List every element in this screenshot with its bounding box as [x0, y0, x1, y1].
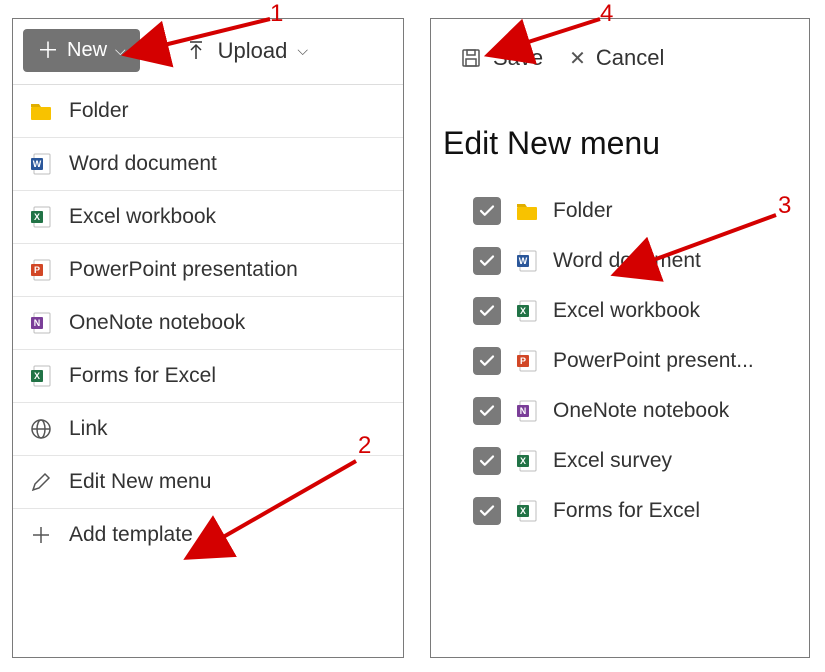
panel-title: Edit New menu	[431, 85, 809, 182]
edit-menu-panel: Save ✕ Cancel Edit New menu Folder Word …	[430, 18, 810, 658]
ppt-icon	[29, 258, 53, 282]
menu-item-label: Word document	[69, 152, 217, 176]
checkbox[interactable]	[473, 397, 501, 425]
check-item-excel-survey: Excel survey	[469, 436, 799, 486]
excel-icon	[29, 364, 53, 388]
check-item-label: PowerPoint present...	[553, 349, 754, 373]
menu-item-add-template[interactable]: Add template	[13, 509, 403, 561]
menu-item-word[interactable]: Word document	[13, 138, 403, 191]
check-item-forms-excel: Forms for Excel	[469, 486, 799, 536]
onenote-icon	[515, 399, 539, 423]
checkbox[interactable]	[473, 197, 501, 225]
upload-label: Upload	[218, 38, 288, 64]
menu-item-powerpoint[interactable]: PowerPoint presentation	[13, 244, 403, 297]
menu-item-label: Link	[69, 417, 108, 441]
globe-icon	[29, 417, 53, 441]
pencil-icon	[29, 470, 53, 494]
checkbox[interactable]	[473, 497, 501, 525]
word-icon	[515, 249, 539, 273]
excel-icon	[515, 449, 539, 473]
checkbox[interactable]	[473, 297, 501, 325]
edit-toolbar: Save ✕ Cancel	[431, 19, 809, 85]
toolbar: ＋ New ⌵ Upload ⌵	[13, 19, 403, 84]
onenote-icon	[29, 311, 53, 335]
edit-menu-list: Folder Word document Excel workbook Powe…	[431, 182, 809, 546]
folder-icon	[515, 199, 539, 223]
check-item-onenote: OneNote notebook	[469, 386, 799, 436]
menu-item-link[interactable]: Link	[13, 403, 403, 456]
save-label: Save	[493, 45, 543, 71]
upload-button[interactable]: Upload ⌵	[178, 30, 314, 72]
excel-icon	[29, 205, 53, 229]
new-button-label: New	[67, 39, 107, 62]
menu-item-forms-excel[interactable]: Forms for Excel	[13, 350, 403, 403]
menu-item-label: Forms for Excel	[69, 364, 216, 388]
menu-item-label: Add template	[69, 523, 193, 547]
check-item-label: Folder	[553, 199, 613, 223]
new-menu-list: Folder Word document Excel workbook Powe…	[13, 84, 403, 561]
save-button[interactable]: Save	[453, 41, 549, 75]
check-item-powerpoint: PowerPoint present...	[469, 336, 799, 386]
checkbox[interactable]	[473, 347, 501, 375]
excel-icon	[515, 299, 539, 323]
menu-item-excel[interactable]: Excel workbook	[13, 191, 403, 244]
menu-item-label: Excel workbook	[69, 205, 216, 229]
menu-item-label: Edit New menu	[69, 470, 211, 494]
check-item-word: Word document	[469, 236, 799, 286]
new-menu-panel: ＋ New ⌵ Upload ⌵ Folder Word document Ex…	[12, 18, 404, 658]
plus-icon	[29, 523, 53, 547]
check-item-folder: Folder	[469, 186, 799, 236]
check-item-label: Excel survey	[553, 449, 672, 473]
check-item-label: OneNote notebook	[553, 399, 729, 423]
chevron-down-icon: ⌵	[297, 42, 308, 59]
cancel-button[interactable]: ✕ Cancel	[563, 41, 670, 75]
menu-item-onenote[interactable]: OneNote notebook	[13, 297, 403, 350]
upload-icon	[184, 39, 208, 63]
check-item-label: Excel workbook	[553, 299, 700, 323]
ppt-icon	[515, 349, 539, 373]
menu-item-folder[interactable]: Folder	[13, 85, 403, 138]
menu-item-label: Folder	[69, 99, 129, 123]
folder-icon	[29, 99, 53, 123]
checkbox[interactable]	[473, 447, 501, 475]
menu-item-edit-new-menu[interactable]: Edit New menu	[13, 456, 403, 509]
check-item-excel: Excel workbook	[469, 286, 799, 336]
checkbox[interactable]	[473, 247, 501, 275]
chevron-down-icon: ⌵	[115, 42, 126, 59]
check-item-label: Forms for Excel	[553, 499, 700, 523]
cancel-label: Cancel	[596, 45, 664, 71]
new-button[interactable]: ＋ New ⌵	[23, 29, 140, 72]
check-item-label: Word document	[553, 249, 701, 273]
close-icon: ✕	[569, 46, 586, 71]
excel-icon	[515, 499, 539, 523]
plus-icon: ＋	[37, 40, 59, 62]
menu-item-label: OneNote notebook	[69, 311, 245, 335]
save-icon	[459, 46, 483, 70]
menu-item-label: PowerPoint presentation	[69, 258, 298, 282]
word-icon	[29, 152, 53, 176]
